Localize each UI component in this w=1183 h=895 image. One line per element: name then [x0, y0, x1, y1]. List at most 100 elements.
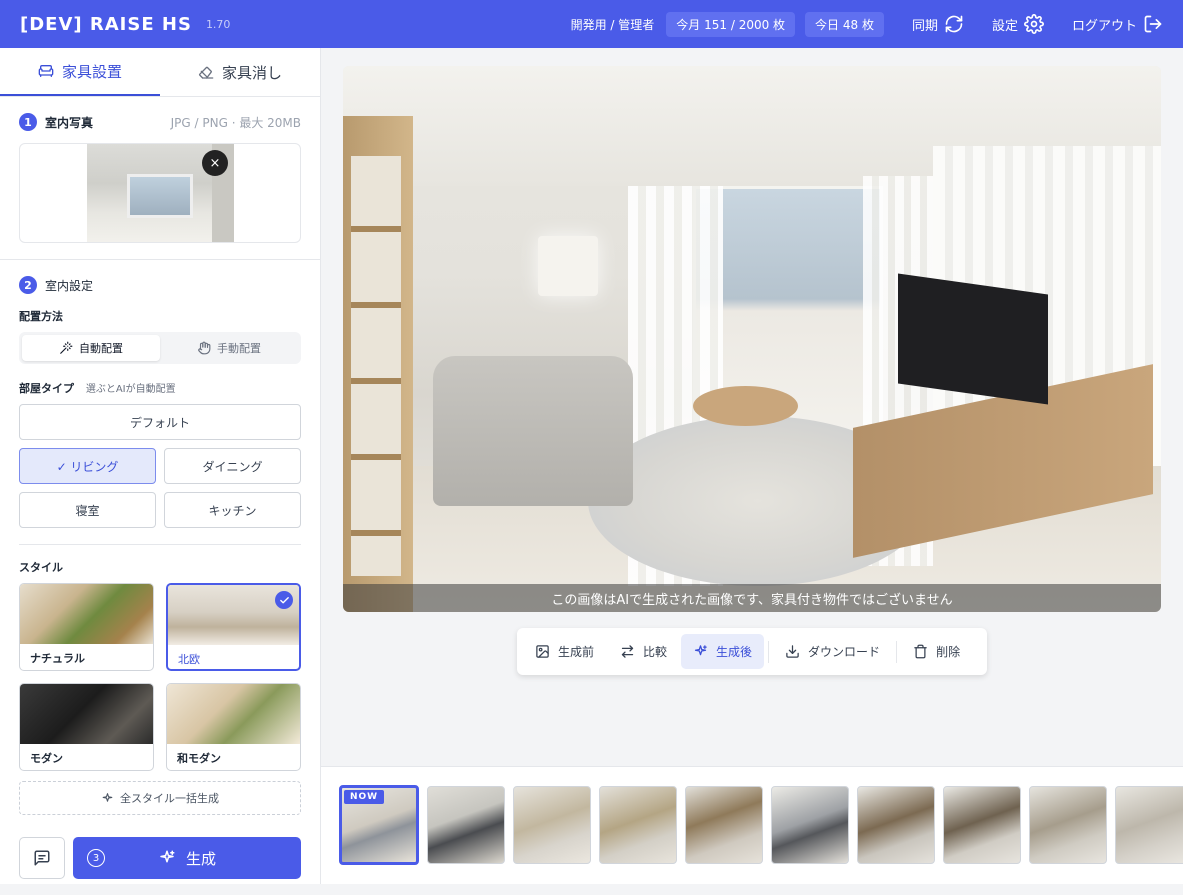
sync-icon [945, 15, 963, 33]
history-thumbnails: NOW [339, 785, 1183, 865]
step1-header: 1 室内写真 JPG / PNG · 最大 20MB [19, 113, 301, 131]
generate-count-badge: 3 [87, 849, 105, 867]
room-render [343, 66, 1161, 612]
step2-header: 2 室内設定 [19, 276, 301, 294]
room-type-label: 部屋タイプ 選ぶとAIが自動配置 [19, 380, 301, 396]
placement-toggle: 自動配置 手動配置 [19, 332, 301, 364]
mode-tabs: 家具設置 家具消し [0, 48, 320, 97]
before-button[interactable]: 生成前 [523, 634, 606, 669]
room-type-kitchen[interactable]: キッチン [164, 492, 301, 528]
compare-label: 比較 [643, 645, 668, 659]
room-type-grid: ✓ リビング ダイニング 寝室 キッチン [19, 448, 301, 528]
remove-photo-button[interactable]: × [202, 150, 228, 176]
user-role: 開発用 / 管理者 [570, 17, 655, 32]
history-thumb[interactable] [943, 786, 1021, 864]
room-type-hint: 選ぶとAIが自動配置 [85, 384, 176, 395]
download-icon [786, 645, 799, 658]
room-type-bedroom[interactable]: 寝室 [19, 492, 156, 528]
settings-button[interactable]: 設定 [992, 14, 1044, 34]
style-card-wamodern[interactable]: 和モダン [166, 683, 301, 771]
generate-label: 生成 [185, 849, 216, 868]
style-card-nordic[interactable]: 北欧 [166, 583, 301, 671]
batch-generate-label: 全スタイル一括生成 [120, 792, 219, 805]
selected-check-icon [275, 591, 293, 609]
step2-title: 室内設定 [45, 278, 94, 293]
before-label: 生成前 [558, 645, 595, 659]
style-preview-natural [20, 584, 153, 644]
file-format-hint: JPG / PNG · 最大 20MB [170, 115, 301, 130]
placement-label: 配置方法 [19, 310, 63, 323]
sidebar: 家具設置 家具消し 1 室内写真 JPG / PNG · 最大 20MB × 2… [0, 48, 321, 884]
tab-furniture-place-label: 家具設置 [61, 62, 122, 81]
sparkle-icon [694, 645, 707, 656]
style-name-wamodern: 和モダン [177, 752, 221, 765]
message-icon [34, 850, 50, 866]
style-divider [19, 544, 301, 545]
now-badge: NOW [344, 790, 385, 804]
auto-placement-option[interactable]: 自動配置 [22, 335, 160, 361]
logout-button[interactable]: ログアウト [1072, 14, 1163, 34]
settings-label: 設定 [991, 18, 1018, 34]
history-thumb[interactable] [599, 786, 677, 864]
room-type-living[interactable]: ✓ リビング [19, 448, 156, 484]
photo-upload-area[interactable]: × [19, 143, 301, 243]
history-thumb[interactable] [771, 786, 849, 864]
download-label: ダウンロード [808, 645, 881, 659]
step1-number: 1 [19, 113, 37, 131]
scene-coffee-table [693, 386, 798, 426]
tab-furniture-place[interactable]: 家具設置 [0, 48, 160, 96]
tab-furniture-remove-label: 家具消し [221, 63, 282, 82]
style-card-natural[interactable]: ナチュラル [19, 583, 154, 671]
sync-label: 同期 [911, 18, 938, 34]
manual-placement-label: 手動配置 [217, 342, 261, 355]
history-thumb[interactable] [1029, 786, 1107, 864]
step1-title: 室内写真 [45, 115, 94, 130]
toolbar-divider [768, 640, 770, 663]
image-icon [536, 645, 549, 658]
step2-section: 2 室内設定 配置方法 自動配置 手動配置 部屋タイプ 選ぶとAIが自動配置 デ… [0, 260, 320, 895]
room-type-title: 部屋タイプ [19, 382, 74, 395]
sync-button[interactable]: 同期 [912, 14, 964, 34]
style-grid: ナチュラル 北欧 モダン 和モダン [19, 583, 301, 771]
scene-tv [898, 273, 1048, 405]
swap-icon [621, 645, 634, 658]
ai-disclaimer-caption: この画像はAIで生成された画像です、家具付き物件ではございません [343, 584, 1161, 612]
toolbar-divider [896, 640, 898, 663]
after-label: 生成後 [716, 645, 753, 659]
style-label: スタイル [19, 561, 63, 574]
scene-bookshelf [343, 116, 413, 612]
gear-icon [1024, 14, 1044, 34]
after-button[interactable]: 生成後 [681, 634, 765, 669]
history-thumb[interactable] [427, 786, 505, 864]
room-type-dining[interactable]: ダイニング [164, 448, 301, 484]
note-button[interactable] [19, 837, 65, 879]
download-button[interactable]: ダウンロード [773, 634, 892, 669]
style-card-modern[interactable]: モダン [19, 683, 154, 771]
room-type-default[interactable]: デフォルト [19, 404, 301, 440]
scene-lamp [538, 236, 598, 296]
generated-image-preview: この画像はAIで生成された画像です、家具付き物件ではございません [343, 66, 1161, 612]
delete-button[interactable]: 削除 [901, 634, 972, 669]
compare-button[interactable]: 比較 [608, 634, 679, 669]
trash-icon [914, 644, 927, 659]
app-title: [DEV] RAISE HS [20, 13, 192, 35]
style-preview-wamodern [167, 684, 300, 744]
batch-generate-button[interactable]: 全スタイル一括生成 [19, 781, 301, 815]
magic-wand-icon [60, 341, 73, 354]
history-thumb[interactable] [685, 786, 763, 864]
history-thumb[interactable] [1115, 786, 1183, 864]
monthly-quota-badge: 今月 151 / 2000 枚 [666, 11, 796, 37]
delete-label: 削除 [936, 645, 961, 659]
header-right: 開発用 / 管理者 今月 151 / 2000 枚 今日 48 枚 同期 設定 … [570, 11, 1163, 37]
sofa-icon [38, 65, 54, 77]
generate-button[interactable]: 3 生成 [73, 837, 301, 879]
logout-icon [1144, 15, 1162, 33]
eraser-icon [198, 66, 214, 79]
manual-placement-option[interactable]: 手動配置 [160, 335, 298, 361]
history-strip: NOW [321, 766, 1183, 884]
tab-furniture-remove[interactable]: 家具消し [160, 48, 320, 96]
history-thumb[interactable] [857, 786, 935, 864]
auto-placement-label: 自動配置 [79, 342, 123, 355]
history-thumb-current[interactable]: NOW [339, 785, 419, 865]
history-thumb[interactable] [513, 786, 591, 864]
